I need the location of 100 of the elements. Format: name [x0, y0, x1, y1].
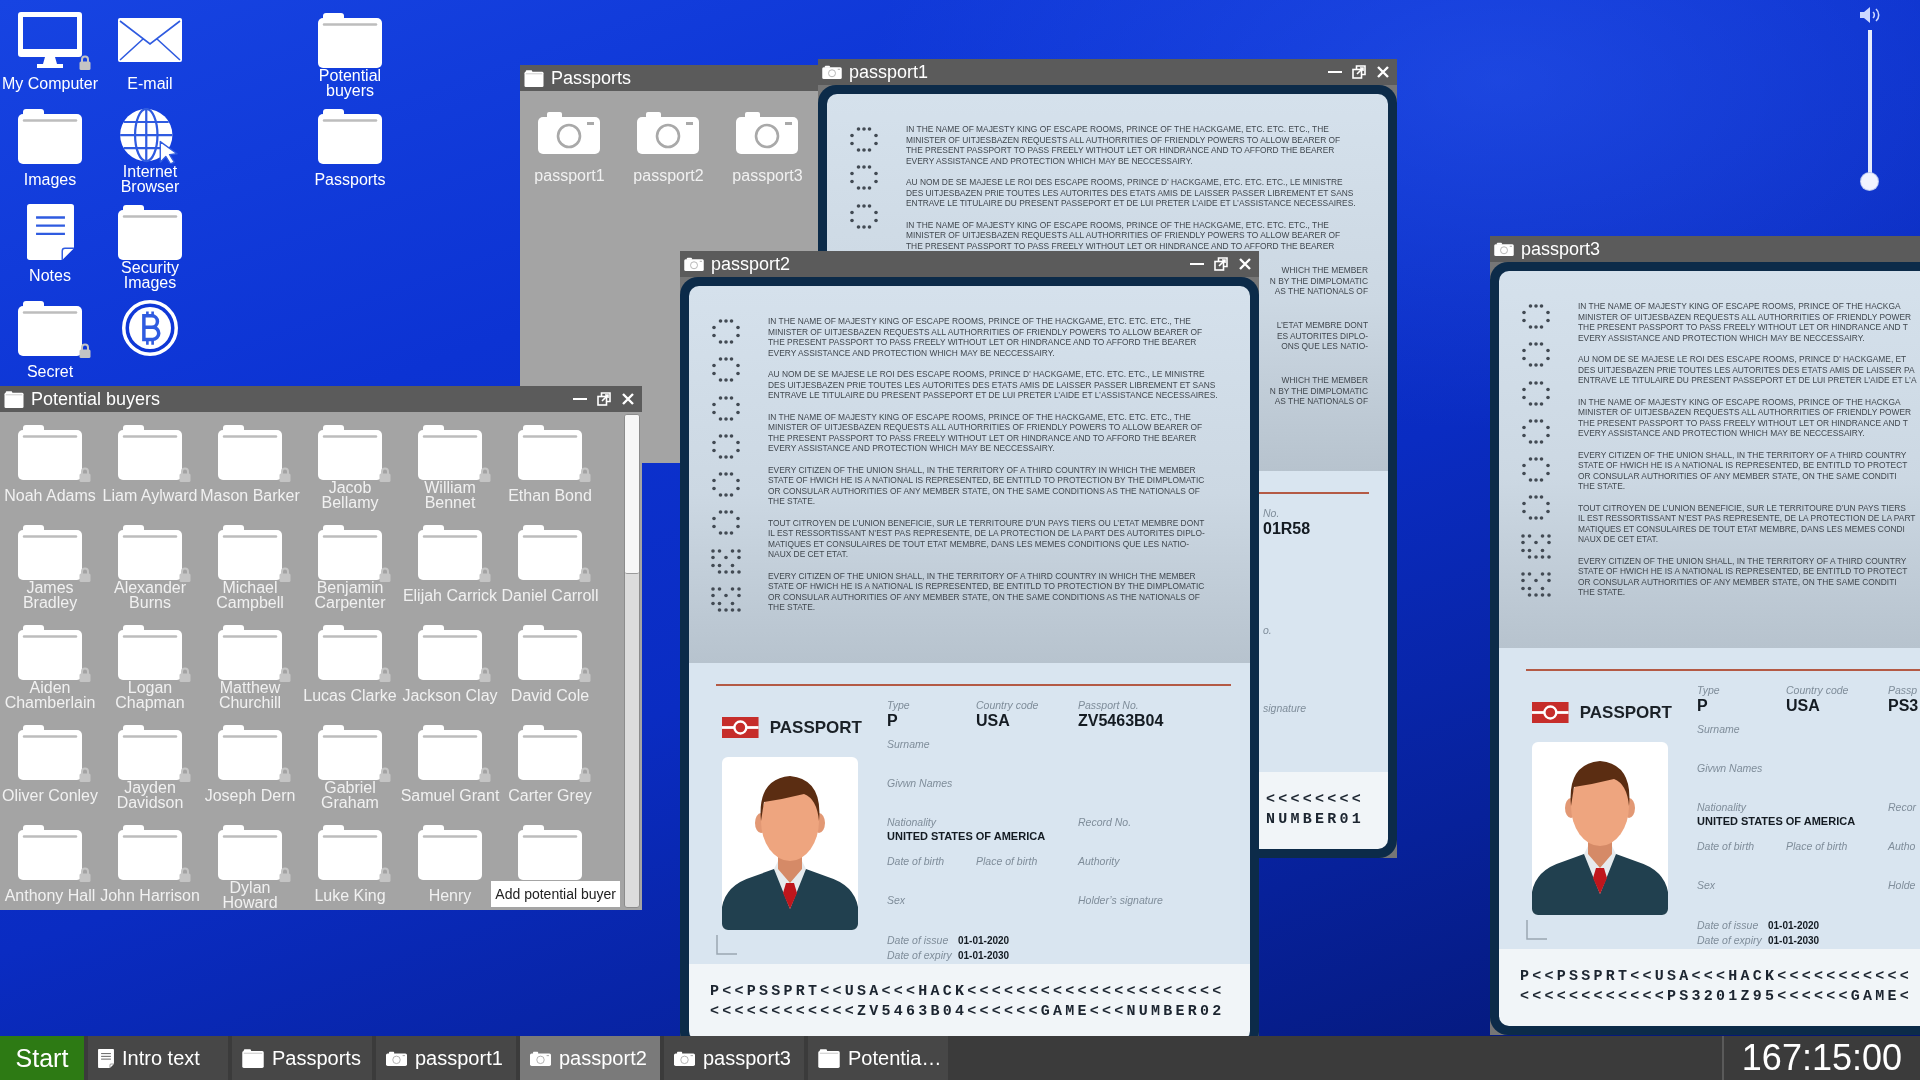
folder-item[interactable]: Matthew Churchill — [200, 624, 300, 710]
taskbar-item[interactable]: passport3 — [664, 1036, 804, 1080]
clock: 167:15:00 — [1721, 1036, 1920, 1080]
image-file-item[interactable]: passport3 — [732, 104, 803, 190]
camera-icon — [530, 1050, 551, 1066]
folder-icon — [418, 724, 482, 780]
folder-icon — [524, 69, 544, 87]
folder-item[interactable]: Michael Campbell — [200, 524, 300, 610]
flag-icon — [722, 716, 759, 739]
passport-heading: PASSPORT — [769, 717, 862, 738]
folder-item[interactable]: Benjamin Carpenter — [300, 524, 400, 610]
folder-item[interactable]: Ethan Bond — [508, 424, 592, 510]
folder-item[interactable]: Lucas Clarke — [303, 624, 397, 710]
folder-icon — [18, 300, 82, 356]
field-label: Place of birth — [976, 854, 1038, 868]
folder-item[interactable]: Jacob Bellamy — [300, 424, 400, 510]
field-value: 01-01-2030 — [958, 949, 1010, 961]
folder-item[interactable]: John Harrison — [100, 824, 200, 910]
slider-thumb[interactable] — [1861, 173, 1878, 190]
folder-item[interactable]: Jayden Davidson — [100, 724, 200, 810]
folder-item[interactable]: Oliver Conley — [2, 724, 98, 810]
scrollbar[interactable] — [624, 414, 640, 908]
folder-item[interactable]: Secret — [8, 300, 92, 386]
folder-item[interactable]: William Bennet — [400, 424, 500, 510]
folder-icon — [418, 624, 482, 680]
email-shortcut[interactable]: E-mail — [118, 12, 182, 98]
folder-item[interactable]: Samuel Grant — [400, 724, 500, 810]
dot-pattern-icon — [711, 395, 741, 421]
folder-item[interactable]: Joseph Dern — [204, 724, 296, 810]
folder-item[interactable]: Logan Chapman — [100, 624, 200, 710]
folder-item[interactable]: James Bradley — [0, 524, 100, 610]
title-bar[interactable]: passport3 — [1490, 236, 1920, 262]
folder-icon — [18, 524, 82, 580]
folder-item[interactable]: Elijah Carrick — [402, 524, 498, 610]
window-title: passport2 — [711, 254, 791, 274]
folder-icon — [18, 424, 82, 480]
folder-item[interactable]: Daniel Carroll — [501, 524, 599, 610]
folder-icon — [18, 724, 82, 780]
taskbar-item[interactable]: passport2 — [520, 1036, 660, 1080]
folder-item[interactable]: Henry — [418, 824, 482, 910]
folder-item[interactable]: Gabriel Graham — [300, 724, 400, 810]
browser-shortcut[interactable]: Internet Browser — [100, 108, 200, 194]
title-bar[interactable]: Potential buyers — [0, 386, 642, 412]
mrz-line: NUMBER01 — [1266, 810, 1364, 830]
folder-item[interactable]: Mason Barker — [200, 424, 300, 510]
scrollbar-thumb[interactable] — [625, 415, 639, 574]
dot-pattern-icon — [1521, 342, 1551, 368]
folder-icon — [18, 624, 82, 680]
folder-item[interactable]: Images — [18, 108, 82, 194]
field-label: Country code — [1786, 683, 1849, 697]
image-file-item[interactable]: passport2 — [633, 104, 704, 190]
passport-paragraph: IN THE NAME OF MAJESTY KING OF ESCAPE ROOMS, PRINCE OF THE HACKGA MINISTER OF UITJESBAZEN REQUESTS ALL AUTHORRITIES OF FRIENDLY POWER THE PRESENT PASSPORT TO PASS FREELY WITHOUT LET OR HINDRANCE AND T EVERY ASSISTANCE AND PROTECTION WHICH MAY BE NECCESSAIRY. — [1578, 301, 1912, 343]
taskbar-item[interactable]: passport1 — [376, 1036, 516, 1080]
field-value: 01-01-2020 — [958, 934, 1010, 946]
folder-icon — [318, 424, 382, 480]
computer-shortcut[interactable]: My Computer — [2, 12, 98, 98]
folder-item[interactable]: Carter Grey — [508, 724, 592, 810]
add-button[interactable]: Add potential buyer — [491, 881, 620, 907]
dot-pattern-icon — [1521, 495, 1551, 521]
field-label: signature — [1263, 701, 1307, 715]
folder-item[interactable]: Passports — [314, 108, 386, 194]
folder-icon — [518, 524, 582, 580]
folder-item[interactable]: Security Images — [100, 204, 200, 290]
folder-item[interactable]: Luke King — [308, 824, 392, 910]
folder-item[interactable]: David Cole — [508, 624, 592, 710]
image-file-item[interactable]: passport1 — [534, 104, 605, 190]
title-bar[interactable]: Passports — [520, 65, 818, 91]
dot-pattern-icon — [1521, 418, 1551, 444]
camera-icon — [386, 1050, 407, 1066]
passport-paragraph: EVERY CITIZEN OF THE UNION SHALL, IN THE TERRITORY OF A THIRD COUNTRY IN WHICH THE MEMBER STATE OF HWICH HE IS A NATIONAL IS REPRESENTED, BE ENTITLD TO PROTECTION BY THE DIMPLOMATIC OR CONSULAR AUTHORITIES OF ANY MEMBER STATE, ON THE SAME CONDITIONS AS THE NATIONALS OF THE STATE. — [768, 570, 1205, 613]
passport-paragraph: WHICH THE MEMBER N BY THE DIMPLOMATIC AS THE NATIONALS OF — [1269, 265, 1368, 297]
folder-icon — [118, 424, 182, 480]
taskbar-item[interactable]: Intro text — [88, 1036, 228, 1080]
field-value: 01-01-2030 — [1768, 934, 1820, 946]
folder-item[interactable]: Liam Aylward — [102, 424, 198, 510]
passport-paragraph: EVERY CITIZEN OF THE UNION SHALL, IN THE TERRITORY OF A THIRD COUNTRY IN WHICH THE MEMBER STATE OF HWICH HE IS A NATIONAL IS REPRESENTED, BE ENTITLD TO PROTECTION BY THE DIMPLOMATIC OR CONSULAR AUTHORITIES OF ANY MEMBER STATE, ON THE SAME CONDITIONS AS THE NATIONALS OF THE STATE. — [768, 464, 1205, 507]
folder-item[interactable]: Noah Adams — [4, 424, 96, 510]
field-label: Givwn Names — [1697, 761, 1763, 775]
folder-item[interactable]: Potential buyers — [300, 12, 400, 98]
folder-item[interactable]: Alexander Burns — [100, 524, 200, 610]
field-value: PS3 — [1888, 696, 1919, 715]
passport-paragraph: L’ETAT MEMBRE DONT ES AUTORITES DIPLO- ONS QUE LES NATIO- — [1276, 320, 1368, 352]
folder-icon — [318, 524, 382, 580]
field-label: o. — [1263, 623, 1272, 637]
folder-item[interactable]: Jackson Clay — [402, 624, 498, 710]
camera-icon — [684, 257, 704, 271]
notes-shortcut[interactable]: Notes — [18, 204, 82, 290]
folder-icon — [818, 1048, 840, 1068]
taskbar-item[interactable]: Potentia… — [808, 1036, 948, 1080]
folder-item[interactable]: Anthony Hall — [4, 824, 96, 910]
field-label: Nationality — [887, 815, 937, 829]
field-label: Passp — [1888, 683, 1918, 697]
folder-item[interactable]: Aiden Chamberlain — [0, 624, 100, 710]
start-button[interactable]: Start — [0, 1036, 84, 1080]
folder-item[interactable]: Dylan Howard — [200, 824, 300, 910]
title-bar[interactable]: passport2 — [680, 251, 1259, 277]
window-title: passport1 — [849, 62, 929, 82]
title-bar[interactable]: passport1 — [818, 59, 1397, 85]
taskbar-item[interactable]: Passports — [232, 1036, 372, 1080]
field-label: Surname — [887, 737, 930, 751]
